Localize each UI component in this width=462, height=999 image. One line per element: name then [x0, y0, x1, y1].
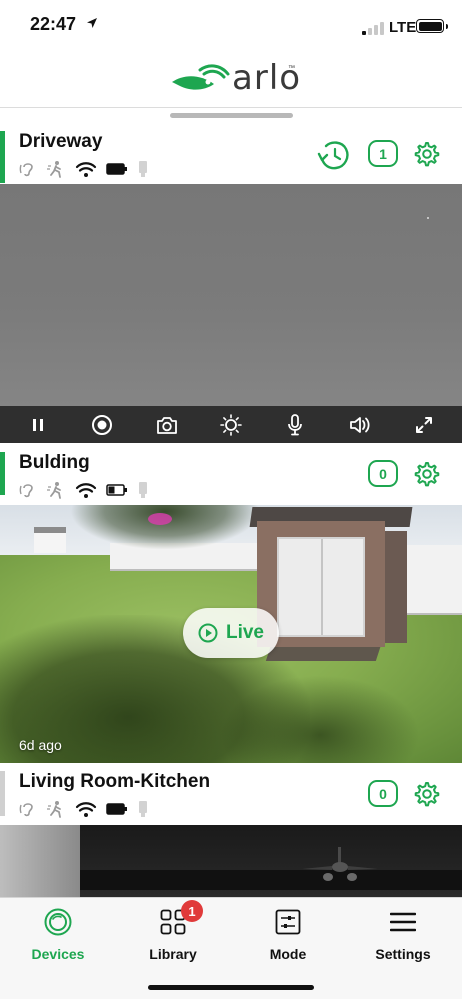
wifi-icon	[75, 482, 97, 498]
live-button[interactable]: Live	[183, 608, 279, 658]
logo-text: arlo	[232, 58, 302, 98]
library-badge: 1	[181, 900, 203, 922]
snapshot-button[interactable]	[152, 410, 182, 440]
battery-status-icon	[416, 19, 448, 33]
battery-icon	[106, 163, 127, 175]
status-time: 22:47	[30, 14, 77, 34]
tab-settings[interactable]: Settings	[353, 906, 453, 968]
motion-icon	[47, 161, 61, 178]
wifi-icon	[75, 161, 97, 177]
tab-mode[interactable]: Mode	[238, 906, 338, 968]
tab-label: Mode	[269, 946, 307, 962]
camera-feed-bulding[interactable]: Live 6d ago	[0, 505, 462, 763]
camera-feed-driveway[interactable]	[0, 184, 462, 406]
small-shed	[34, 527, 66, 553]
device-name: Bulding	[19, 452, 90, 473]
device-status-icons	[19, 480, 149, 500]
location-arrow-icon	[87, 18, 97, 28]
speaker-button[interactable]	[345, 410, 375, 440]
pause-icon	[33, 418, 44, 431]
logo-trademark: ™	[288, 65, 295, 72]
record-button[interactable]	[87, 410, 117, 440]
snapshot-icon	[156, 416, 177, 434]
play-icon	[198, 623, 218, 643]
motion-icon	[47, 801, 61, 818]
device-name: Driveway	[19, 131, 103, 152]
device-active-indicator	[0, 452, 5, 495]
device-name: Living Room-Kitchen	[19, 771, 211, 792]
battery-low-icon	[106, 484, 127, 496]
record-icon	[92, 414, 113, 435]
ceiling-fan	[302, 847, 378, 881]
shed	[249, 507, 413, 647]
signal-bar-icon	[139, 801, 147, 817]
arlo-logo: arlo ™	[170, 58, 300, 100]
device-status-icons	[19, 159, 149, 179]
audio-icon	[19, 803, 33, 817]
pause-button[interactable]	[23, 410, 53, 440]
brightness-button[interactable]	[216, 410, 246, 440]
brightness-icon	[220, 413, 242, 436]
camera-feed-living-room-kitchen[interactable]	[0, 825, 462, 897]
device-inactive-indicator	[0, 771, 5, 816]
signal-bar-icon	[139, 161, 147, 177]
mode-icon	[275, 909, 301, 935]
gear-icon[interactable]	[413, 460, 441, 488]
player-control-bar	[0, 406, 462, 443]
bottom-tab-bar: Devices 1 Library Mode Settings	[0, 897, 462, 999]
network-type: LTE	[389, 19, 417, 36]
settings-menu-icon	[390, 912, 416, 932]
app-header: arlo ™	[0, 50, 462, 108]
status-bar: 22:47 LTE	[0, 0, 462, 50]
live-label: Live	[225, 622, 265, 643]
tab-library[interactable]: 1 Library	[123, 900, 223, 968]
tab-label: Devices	[31, 946, 85, 962]
device-row-bulding[interactable]: Bulding 0	[0, 452, 462, 512]
cellular-signal-icon	[362, 21, 384, 35]
audio-icon	[19, 163, 33, 177]
motion-count-badge[interactable]: 0	[368, 460, 398, 487]
battery-icon	[106, 803, 127, 815]
motion-count-badge[interactable]: 0	[368, 780, 398, 807]
microphone-icon	[288, 413, 303, 435]
gear-icon[interactable]	[413, 140, 441, 168]
signal-bar-icon	[139, 482, 147, 498]
device-row-living-room-kitchen[interactable]: Living Room-Kitchen 0	[0, 771, 462, 831]
motion-count-badge[interactable]: 1	[368, 140, 398, 167]
fullscreen-icon	[415, 416, 432, 433]
tab-label: Library	[149, 946, 197, 962]
tab-devices[interactable]: Devices	[8, 906, 108, 968]
arlo-bird-icon	[172, 64, 230, 90]
microphone-button[interactable]	[280, 410, 310, 440]
device-status-icons	[19, 799, 149, 819]
devices-icon	[44, 908, 72, 936]
snapshot-age: 6d ago	[19, 737, 62, 753]
home-indicator	[148, 985, 314, 990]
fullscreen-button[interactable]	[409, 410, 439, 440]
speaker-icon	[349, 416, 370, 433]
audio-icon	[19, 484, 33, 498]
device-active-indicator	[0, 131, 5, 183]
motion-icon	[47, 482, 61, 499]
wifi-icon	[75, 801, 97, 817]
gear-icon[interactable]	[413, 780, 441, 808]
tab-label: Settings	[375, 946, 431, 962]
history-icon[interactable]	[317, 139, 351, 171]
device-row-driveway[interactable]: Driveway 1	[0, 131, 462, 191]
pull-handle[interactable]	[170, 113, 293, 118]
